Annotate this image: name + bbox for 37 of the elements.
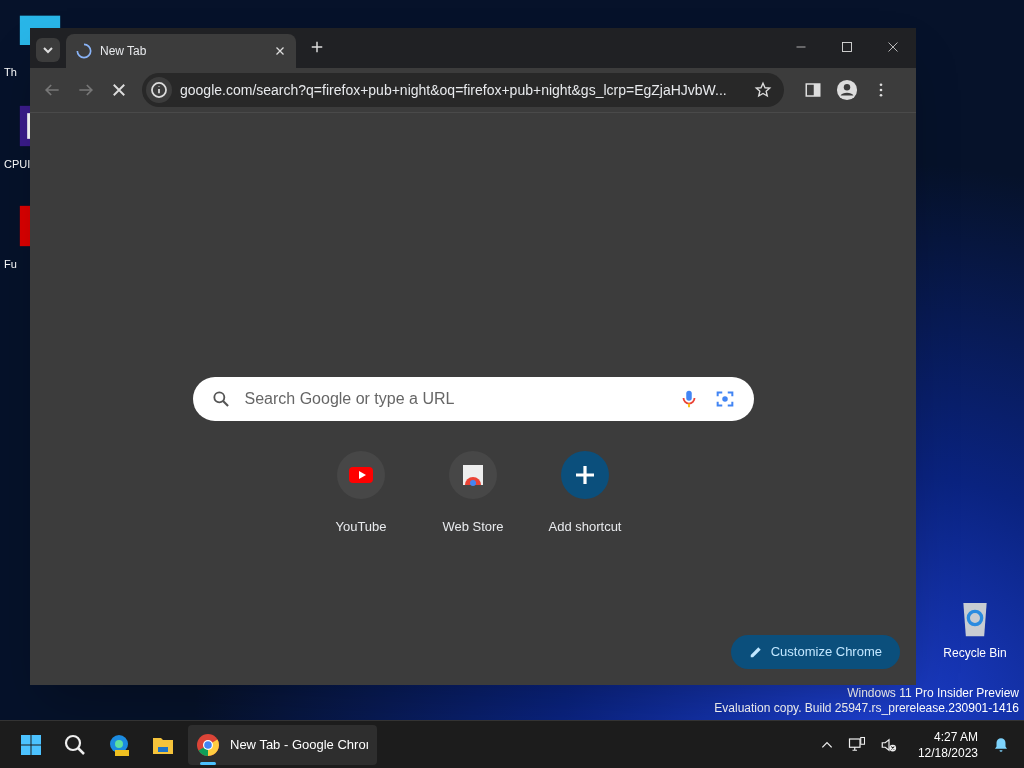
shortcut-tile[interactable]: Add shortcut: [529, 449, 641, 539]
url-text: google.com/search?q=firefox+pub+night&oq=firefox+pub+night&gs_lcrp=EgZjaHJvbW...: [180, 80, 728, 100]
chrome-logo-icon: [196, 732, 220, 757]
bell-icon[interactable]: [992, 735, 1010, 754]
customize-chrome-button[interactable]: Customize Chrome: [730, 635, 900, 669]
tab-title: New Tab: [100, 43, 148, 60]
address-bar[interactable]: google.com/search?q=firefox+pub+night&oq=firefox+pub+night&gs_lcrp=EgZjaHJvbW...: [142, 73, 784, 107]
clock-time[interactable]: 4:27 AM: [933, 728, 978, 745]
shortcut-label: YouTube: [335, 518, 387, 536]
pencil-icon: [748, 645, 763, 659]
browser-tab[interactable]: New Tab: [66, 34, 296, 68]
play-button-icon: [337, 451, 385, 499]
search-icon: [210, 389, 231, 409]
desktop-icon-label: Fu: [4, 257, 17, 272]
profile-icon[interactable]: [836, 79, 858, 101]
search-field[interactable]: Search Google or type a URL: [192, 377, 754, 421]
stop-icon[interactable]: [110, 81, 128, 99]
star-icon[interactable]: [754, 81, 772, 99]
taskbar-app-button[interactable]: New Tab - Google Chroı: [188, 724, 378, 765]
network-icon[interactable]: [847, 735, 866, 754]
desktop-icon-label: CPUI: [4, 157, 31, 172]
info-icon: [146, 77, 172, 103]
watermark-text: Windows 11 Pro Insider Preview: [847, 686, 1019, 701]
side-panel-icon[interactable]: [804, 81, 822, 99]
recycle-bin-label: Recycle Bin: [943, 645, 1007, 662]
new-tab-icon[interactable]: [310, 40, 324, 54]
add-icon: [561, 451, 609, 499]
shortcut-label: Add shortcut: [548, 518, 622, 536]
tab-search-icon[interactable]: [36, 38, 60, 62]
shortcut-tile[interactable]: Web Store: [417, 449, 529, 539]
shortcut-tile[interactable]: YouTube: [305, 449, 417, 539]
close-icon[interactable]: [274, 45, 286, 57]
watermark-text: Evaluation copy. Build 25947.rs_prerelease.230901-1416: [714, 701, 1019, 716]
clock-date[interactable]: 12/18/2023: [917, 744, 978, 761]
store-bag-icon: [449, 451, 497, 499]
desktop-icon-label: Th: [4, 65, 17, 80]
shortcut-label: Web Store: [442, 518, 504, 536]
